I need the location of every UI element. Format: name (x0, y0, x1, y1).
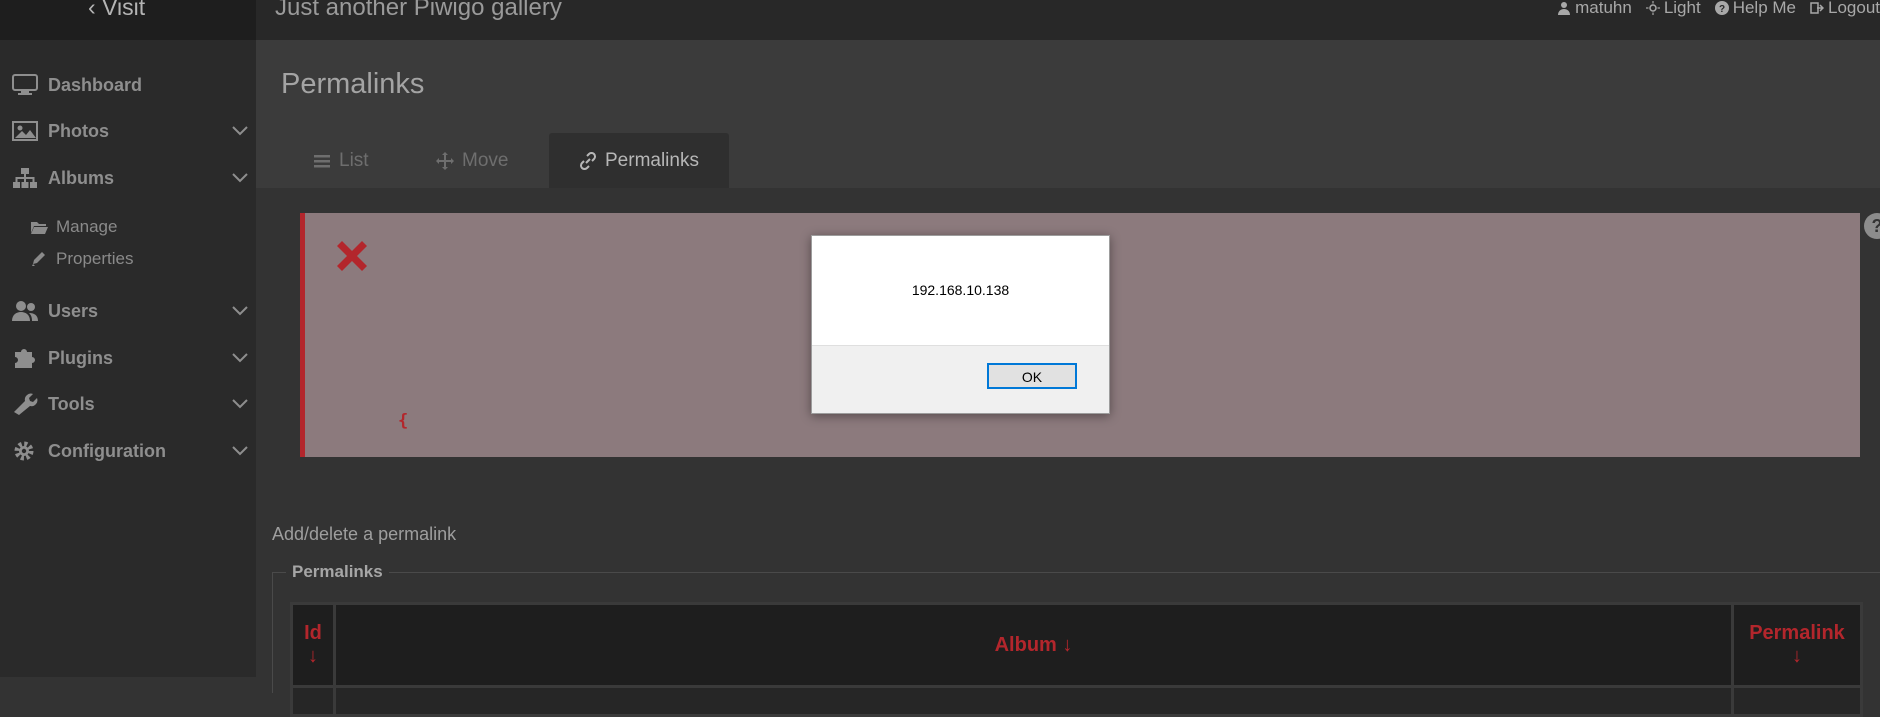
question-circle-icon: ? (1714, 1, 1729, 15)
column-header-id[interactable]: Id ↓ (290, 601, 336, 689)
visit-link[interactable]: ‹ Visit (88, 0, 145, 21)
tab-permalinks[interactable]: Permalinks (549, 133, 729, 188)
gallery-title[interactable]: Just another Piwigo gallery (275, 0, 562, 22)
gear-icon (12, 440, 38, 462)
chevron-down-icon[interactable] (232, 399, 248, 409)
chevron-down-icon[interactable] (232, 306, 248, 316)
page-title: Permalinks (281, 68, 425, 100)
image-icon (12, 120, 38, 142)
column-header-permalink[interactable]: Permalink ↓ (1731, 601, 1863, 689)
column-header-album[interactable]: Album ↓ (333, 601, 1734, 689)
ok-button[interactable]: OK (987, 363, 1077, 389)
chevron-left-icon: ‹ (88, 0, 96, 20)
sidebar-item-photos[interactable]: Photos (12, 120, 248, 142)
list-icon (314, 155, 330, 168)
top-nav: matuhn Light ? Help Me Logout (1557, 0, 1880, 18)
logout-icon (1810, 2, 1824, 14)
table-cell (290, 685, 336, 717)
move-icon (436, 152, 454, 170)
table-cell (333, 685, 1734, 717)
wrench-icon (12, 393, 38, 415)
sitemap-icon (12, 167, 38, 189)
users-icon (12, 300, 38, 322)
error-text: { (398, 411, 409, 431)
chevron-down-icon[interactable] (232, 173, 248, 183)
sidebar-subitem-properties[interactable]: Properties (30, 249, 133, 269)
close-x-icon (337, 241, 367, 271)
sort-arrow-icon: ↓ (1062, 633, 1073, 656)
visit-area: ‹ Visit (0, 0, 256, 40)
user-link[interactable]: matuhn (1557, 0, 1632, 18)
folder-open-icon (31, 222, 48, 234)
sort-arrow-icon: ↓ (1792, 645, 1802, 668)
top-header: ‹ Visit Just another Piwigo gallery matu… (0, 0, 1880, 40)
sidebar: Dashboard Photos Albums Manage Propertie… (0, 40, 256, 677)
svg-text:?: ? (1719, 4, 1725, 15)
user-icon (1558, 2, 1571, 15)
table-header-row: Id ↓ Album ↓ Permalink ↓ (290, 601, 1863, 689)
tab-list[interactable]: List (313, 141, 369, 181)
add-delete-permalink-label: Add/delete a permalink (272, 524, 457, 544)
sidebar-item-albums[interactable]: Albums (12, 167, 248, 189)
chevron-down-icon[interactable] (232, 126, 248, 136)
monitor-icon (12, 74, 38, 96)
sidebar-item-dashboard[interactable]: Dashboard (12, 74, 248, 96)
sidebar-item-configuration[interactable]: Configuration (12, 440, 248, 462)
pencil-icon (32, 252, 45, 266)
sidebar-subitem-manage[interactable]: Manage (30, 217, 117, 237)
tab-move[interactable]: Move (436, 141, 508, 181)
puzzle-icon (12, 347, 38, 369)
sidebar-item-tools[interactable]: Tools (12, 393, 248, 415)
sidebar-item-users[interactable]: Users (12, 300, 248, 322)
sun-icon (1645, 1, 1660, 15)
alert-footer: OK (812, 345, 1109, 413)
sidebar-item-plugins[interactable]: Plugins (12, 347, 248, 369)
alert-dialog: 192.168.10.138 OK (811, 235, 1110, 414)
chevron-down-icon[interactable] (232, 353, 248, 363)
sort-arrow-icon: ↓ (308, 645, 318, 668)
link-icon (579, 151, 597, 170)
help-link[interactable]: ? Help Me (1714, 0, 1796, 18)
alert-message: 192.168.10.138 (911, 282, 1010, 298)
table-cell (1731, 685, 1863, 717)
fieldset-legend: Permalinks (286, 562, 389, 582)
table-row (290, 685, 1863, 717)
logout-link[interactable]: Logout (1810, 0, 1880, 18)
chevron-down-icon[interactable] (232, 446, 248, 456)
permalinks-table: Id ↓ Album ↓ Permalink ↓ (290, 601, 1863, 717)
theme-toggle[interactable]: Light (1645, 0, 1701, 18)
